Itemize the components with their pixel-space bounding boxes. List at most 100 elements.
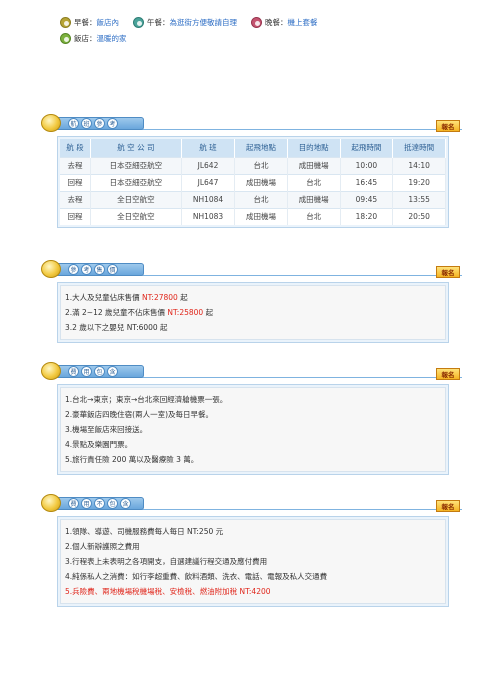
title-char: 參 (68, 264, 79, 275)
title-char: 費 (68, 366, 79, 377)
col-flight: 航 班 (181, 139, 236, 157)
lunch-value: 為逛街方便敬請自理 (169, 17, 238, 27)
divider (140, 377, 462, 378)
cell: 20:50 (392, 207, 446, 225)
divider (140, 275, 462, 276)
title-char: 含 (120, 498, 131, 509)
flights-title: 航 班 參 考 (68, 117, 118, 130)
cell: 全日空航空 (90, 190, 182, 208)
col-arrive-place: 目的地點 (287, 139, 341, 157)
title-char: 考 (81, 264, 92, 275)
excludes-header: 費 用 不 包 含 報名 (41, 492, 462, 512)
cell: 13:55 (392, 190, 446, 208)
excludes-title: 費 用 不 包 含 (68, 497, 131, 510)
cell: JL647 (181, 173, 236, 191)
cell: 全日空航空 (90, 207, 182, 225)
col-depart-time: 起飛時間 (340, 139, 394, 157)
price-content: 1.大人及兒童佔床售價 NT:27800 起 2.滿 2~12 歲兒童不佔床售價… (60, 285, 446, 340)
col-depart-place: 起飛地點 (234, 139, 288, 157)
price-title: 參 考 售 價 (68, 263, 118, 276)
signup-button[interactable]: 報名 (436, 120, 460, 132)
cell: 14:10 (392, 156, 446, 174)
cell: NH1083 (181, 207, 236, 225)
table-row: 回程 全日空航空 NH1083 成田機場 台北 18:20 20:50 (60, 207, 446, 225)
price-suffix: 起 (203, 308, 214, 317)
signup-button[interactable]: 報名 (436, 500, 460, 512)
dinner-icon (251, 16, 262, 28)
price-text: 3.2 歲以下之嬰兒 NT:6000 起 (65, 323, 168, 332)
col-arrive-time: 抵達時間 (392, 139, 446, 157)
cell: 成田機場 (287, 156, 341, 174)
cell: 回程 (60, 207, 91, 225)
cell: 台北 (287, 207, 341, 225)
bullet-icon (41, 362, 61, 380)
hotel-label: 飯店： (74, 33, 97, 43)
breakfast-icon (60, 16, 71, 28)
divider (140, 129, 462, 130)
lunch-icon (133, 16, 144, 28)
flights-box: 航 段 航 空 公 司 航 班 起飛地點 目的地點 起飛時間 抵達時間 去程 日… (57, 136, 449, 228)
includes-line: 2.豪華飯店四晚住宿(兩人一室)及每日早餐。 (65, 410, 214, 419)
title-char: 包 (107, 498, 118, 509)
flights-section: 航 班 參 考 報名 航 段 航 空 公 司 航 班 起飛地點 目的地點 起飛時… (41, 112, 462, 228)
cell: 日本亞細亞航空 (90, 156, 182, 174)
title-char: 用 (81, 366, 92, 377)
cell: 回程 (60, 173, 91, 191)
bullet-icon (41, 494, 61, 512)
col-segment: 航 段 (60, 139, 91, 157)
cell: NH1084 (181, 190, 236, 208)
cell: 10:00 (340, 156, 394, 174)
includes-line: 1.台北→東京；東京→台北來回經濟艙機票一張。 (65, 395, 228, 404)
cell: 台北 (234, 190, 288, 208)
title-char: 含 (107, 366, 118, 377)
includes-content: 1.台北→東京；東京→台北來回經濟艙機票一張。 2.豪華飯店四晚住宿(兩人一室)… (60, 387, 446, 472)
price-text: 2.滿 2~12 歲兒童不佔床售價 (65, 308, 168, 317)
excludes-content: 1.領隊、導遊、司機服務費每人每日 NT:250 元 2.個人新辦護照之費用 3… (60, 519, 446, 604)
table-row: 去程 日本亞細亞航空 JL642 台北 成田機場 10:00 14:10 (60, 156, 446, 174)
meals-row: 早餐： 飯店內 午餐： 為逛街方便敬請自理 晚餐： 機上套餐 (60, 14, 480, 30)
excludes-line: 1.領隊、導遊、司機服務費每人每日 NT:250 元 (65, 527, 224, 536)
col-airline: 航 空 公 司 (90, 139, 182, 157)
price-box: 1.大人及兒童佔床售價 NT:27800 起 2.滿 2~12 歲兒童不佔床售價… (57, 282, 449, 343)
price-suffix: 起 (177, 293, 188, 302)
cell: 台北 (234, 156, 288, 174)
meal-lunch: 午餐： 為逛街方便敬請自理 (133, 16, 238, 28)
price-amount: NT:25800 (167, 308, 204, 317)
table-header-row: 航 段 航 空 公 司 航 班 起飛地點 目的地點 起飛時間 抵達時間 (60, 139, 446, 157)
hotel-icon (60, 32, 71, 44)
lunch-label: 午餐： (147, 17, 170, 27)
cell: 成田機場 (287, 190, 341, 208)
signup-button[interactable]: 報名 (436, 266, 460, 278)
meal-breakfast: 早餐： 飯店內 (60, 16, 119, 28)
cell: 去程 (60, 156, 91, 174)
includes-box: 1.台北→東京；東京→台北來回經濟艙機票一張。 2.豪華飯店四晚住宿(兩人一室)… (57, 384, 449, 475)
cell: 18:20 (340, 207, 394, 225)
table-row: 回程 日本亞細亞航空 JL647 成田機場 台北 16:45 19:20 (60, 173, 446, 191)
includes-title: 費 用 包 含 (68, 365, 118, 378)
price-line: 1.大人及兒童佔床售價 NT:27800 起 (65, 290, 441, 305)
price-text: 1.大人及兒童佔床售價 (65, 293, 143, 302)
includes-header: 費 用 包 含 報名 (41, 360, 462, 380)
excludes-line: 4.純係私人之消費：如行李超重費、飲料酒類、洗衣、電話、電報及私人交通費 (65, 572, 328, 581)
meal-dinner: 晚餐： 機上套餐 (251, 16, 318, 28)
cell: 去程 (60, 190, 91, 208)
signup-button[interactable]: 報名 (436, 368, 460, 380)
excludes-line: 3.行程表上未表明之各項開支，自選建議行程交通及應付費用 (65, 557, 268, 566)
title-char: 費 (68, 498, 79, 509)
title-char: 航 (68, 118, 79, 129)
flights-header: 航 班 參 考 報名 (41, 112, 462, 132)
bullet-icon (41, 114, 61, 132)
bullet-icon (41, 260, 61, 278)
title-char: 不 (94, 498, 105, 509)
title-char: 班 (81, 118, 92, 129)
price-line: 2.滿 2~12 歲兒童不佔床售價 NT:25800 起 (65, 305, 441, 320)
breakfast-label: 早餐： (74, 17, 97, 27)
price-header: 參 考 售 價 報名 (41, 258, 462, 278)
cell: 09:45 (340, 190, 394, 208)
title-char: 包 (94, 366, 105, 377)
cell: 16:45 (340, 173, 394, 191)
cell: 台北 (287, 173, 341, 191)
excludes-line-taxes: 5.兵險費、兩地機場稅機場稅、安檢稅、燃油附加稅 NT:4200 (65, 587, 271, 596)
dinner-label: 晚餐： (265, 17, 288, 27)
includes-line: 5.旅行責任險 200 萬以及醫療險 3 萬。 (65, 455, 199, 464)
